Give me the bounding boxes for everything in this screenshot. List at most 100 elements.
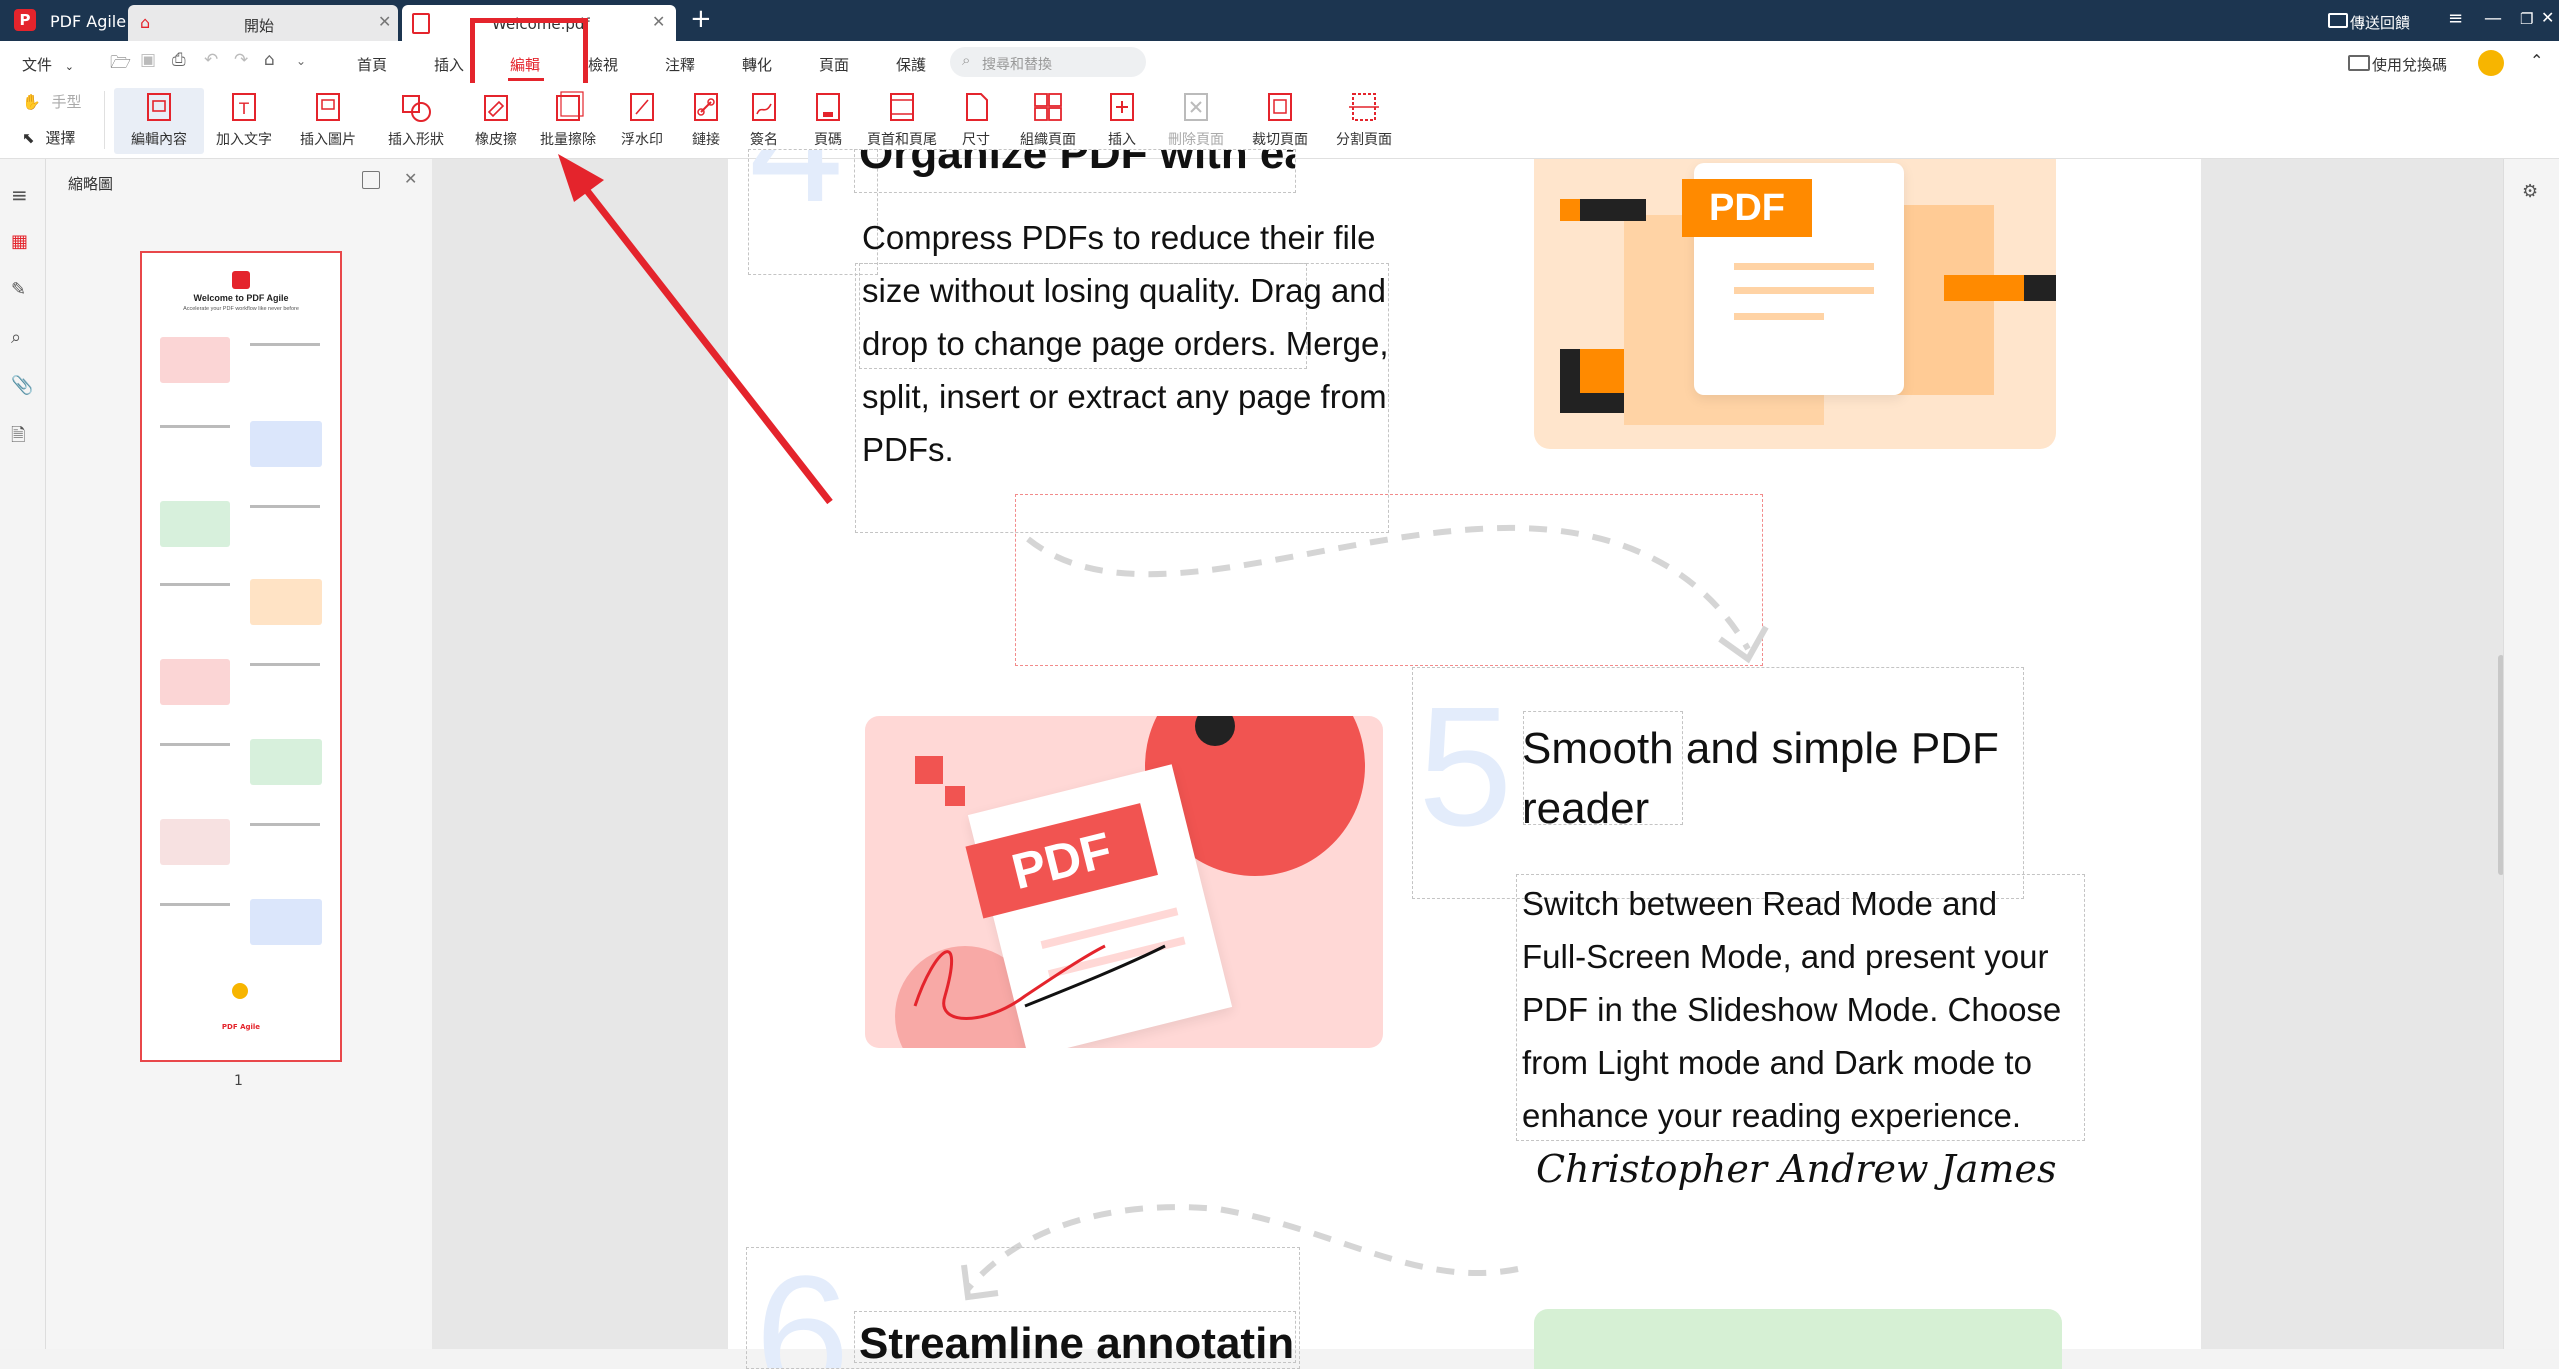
pdf-page[interactable]: 4 Organize PDF with ease Compress PDFs t…	[728, 149, 2201, 1369]
close-panel-icon[interactable]: ✕	[404, 169, 417, 188]
chevron-down-icon: ⌄	[64, 60, 75, 73]
annotation-icon[interactable]: ✎	[11, 279, 26, 300]
minimize-icon[interactable]: —	[2484, 8, 2502, 29]
thumb-image	[160, 819, 230, 865]
select-tool[interactable]: ⬉ 選擇	[22, 127, 75, 148]
menu-lines-icon[interactable]: ≡	[11, 183, 28, 207]
reader-illustration: PDF	[865, 716, 1383, 1048]
heading-line: Smooth and simple PDF	[1522, 724, 1999, 773]
new-tab-button[interactable]: +	[690, 4, 712, 34]
ribbon-toolbar: ✋ 手型 ⬉ 選擇 編輯內容 T 加入文字 插入圖片 插入形狀 橡皮擦 批量擦除…	[0, 83, 2559, 159]
signature: Christopher Andrew James	[1536, 1147, 2057, 1191]
page-info-icon[interactable]: 🗎	[11, 423, 25, 453]
thumb-image	[160, 337, 230, 383]
tab-start[interactable]: ⌂ 開始 ✕	[128, 5, 398, 41]
menu-home[interactable]: 首頁	[357, 54, 387, 75]
page-thumbnail[interactable]: Welcome to PDF Agile Accelerate your PDF…	[140, 251, 342, 1062]
signature-icon	[752, 93, 776, 121]
menu-insert[interactable]: 插入	[434, 54, 464, 75]
body-line: size without losing quality. Drag and	[862, 272, 1387, 309]
avatar[interactable]	[2478, 50, 2504, 76]
thumbnail-settings-icon[interactable]	[362, 171, 380, 189]
crop-page-button[interactable]: 裁切頁面	[1234, 88, 1326, 154]
thumb-image	[250, 899, 322, 945]
maximize-icon[interactable]: ❐	[2520, 10, 2533, 28]
hand-tool[interactable]: ✋ 手型	[22, 91, 81, 112]
section-heading: Organize PDF with ease	[859, 149, 1295, 178]
redeem-label[interactable]: 使用兌換碼	[2372, 54, 2447, 75]
button-label: 編輯內容	[131, 132, 187, 148]
menu-page[interactable]: 頁面	[819, 54, 849, 75]
thumb-image	[160, 501, 230, 547]
close-icon[interactable]: ✕	[378, 12, 391, 31]
button-label: 裁切頁面	[1252, 132, 1308, 148]
page-number: 1	[234, 1073, 243, 1089]
thumb-emoji-icon	[232, 983, 248, 999]
document-icon: PDF	[1682, 163, 1904, 395]
select-label: 選擇	[45, 129, 76, 147]
image-icon	[316, 93, 340, 121]
menu-annotate[interactable]: 注釋	[665, 54, 695, 75]
thumbnails-icon[interactable]: ▦	[11, 231, 28, 252]
feedback-icon[interactable]	[2328, 13, 2348, 28]
redeem-icon[interactable]	[2348, 55, 2370, 71]
print-icon[interactable]: ⎙	[172, 50, 186, 70]
edit-content-button[interactable]: 編輯內容	[114, 88, 204, 154]
crop-icon	[1268, 93, 1292, 121]
chevron-down-icon[interactable]: ⌄	[296, 54, 306, 68]
menu-protect[interactable]: 保護	[896, 54, 926, 75]
hand-icon: ✋	[22, 93, 41, 111]
menu-convert[interactable]: 轉化	[742, 54, 772, 75]
app-logo-icon: P	[14, 9, 36, 31]
insert-shape-button[interactable]: 插入形狀	[370, 88, 462, 154]
section-body: Compress PDFs to reduce their file size …	[862, 211, 1389, 476]
save-icon[interactable]: ▣	[140, 50, 156, 70]
button-label: 分割頁面	[1336, 132, 1392, 148]
thumb-image	[250, 421, 322, 467]
insert-image-button[interactable]: 插入圖片	[282, 88, 374, 154]
search-icon[interactable]: ⌕	[11, 327, 21, 348]
organize-illustration: PDF	[1534, 159, 2056, 449]
search-box[interactable]: ⌕ 搜尋和替換	[950, 47, 1146, 77]
thumb-logo-icon	[232, 271, 250, 289]
delete-page-button[interactable]: 刪除頁面	[1150, 88, 1242, 154]
section-body: Switch between Read Mode and Full-Screen…	[1522, 877, 2061, 1142]
thumb-image	[160, 659, 230, 705]
open-folder-icon[interactable]: 🗁	[110, 50, 131, 79]
app-name: PDF Agile	[50, 12, 127, 31]
page-size-icon	[966, 93, 988, 121]
body-line: PDF in the Slideshow Mode. Choose	[1522, 991, 2062, 1028]
split-page-button[interactable]: 分割頁面	[1318, 88, 1410, 154]
pdf-file-icon	[412, 13, 430, 34]
title-bar: P PDF Agile ⌂ 開始 ✕ Welcome.pdf ✕ + 傳送回饋 …	[0, 0, 2559, 41]
thumb-title: Welcome to PDF Agile	[193, 293, 289, 303]
body-line: Compress PDFs to reduce their file	[862, 219, 1376, 256]
file-menu[interactable]: 文件 ⌄	[22, 54, 74, 75]
body-line: Full-Screen Mode, and present your	[1522, 938, 2049, 975]
menu-icon[interactable]: ≡	[2448, 8, 2463, 29]
cursor-icon: ⬉	[22, 129, 35, 147]
close-icon[interactable]: ✕	[652, 12, 665, 31]
section-number: 5	[1418, 672, 1513, 862]
right-rail: ⚙	[2503, 159, 2559, 1349]
heading-box[interactable]: Streamline annotating experience	[854, 1311, 1296, 1363]
shape-icon	[402, 95, 431, 122]
section-heading: Streamline annotating experience	[859, 1319, 1295, 1363]
heading-box[interactable]: Organize PDF with ease	[854, 149, 1296, 193]
annotation-arrow	[558, 154, 833, 505]
svg-text:T: T	[238, 99, 249, 118]
button-label: 插入形狀	[388, 132, 444, 148]
attachment-icon[interactable]: 📎	[11, 375, 33, 396]
add-text-button[interactable]: T 加入文字	[198, 88, 290, 154]
collapse-ribbon-icon[interactable]: ⌃	[2530, 51, 2543, 70]
redo-icon[interactable]: ↷	[234, 50, 248, 70]
home-icon[interactable]: ⌂	[264, 50, 275, 70]
undo-icon[interactable]: ↶	[204, 50, 218, 70]
feedback-label[interactable]: 傳送回饋	[2350, 12, 2410, 33]
section-number: 6	[755, 1247, 850, 1369]
watermark-icon	[630, 93, 654, 121]
window-close-icon[interactable]: ✕	[2541, 8, 2554, 27]
properties-icon[interactable]: ⚙	[2522, 181, 2538, 202]
menu-view[interactable]: 檢視	[588, 54, 618, 75]
thumb-logo-text: PDF Agile	[221, 1023, 261, 1031]
